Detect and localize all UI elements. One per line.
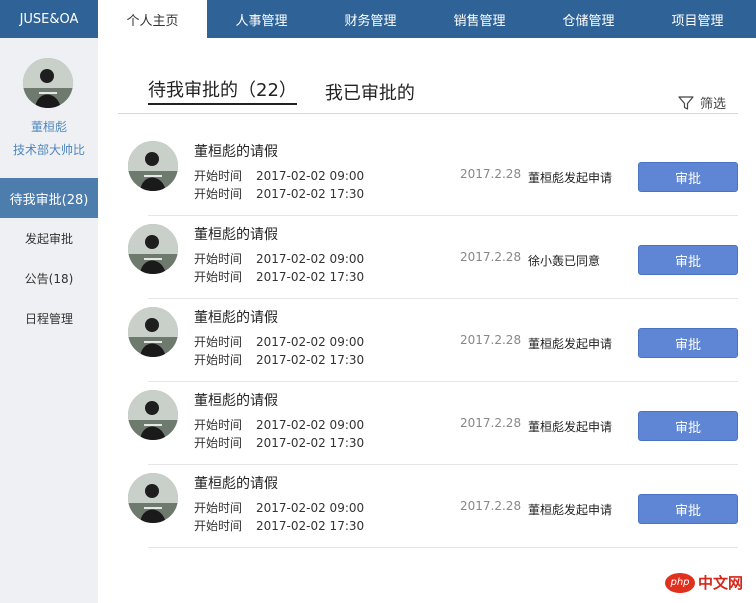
tab-personal-home[interactable]: 个人主页 [98, 0, 207, 38]
approve-button[interactable]: 审批 [638, 328, 738, 358]
start-time-value: 2017-02-02 09:00 [256, 501, 365, 515]
filter-button[interactable]: 筛选 [678, 93, 726, 112]
sidebar-item-start-approval[interactable]: 发起审批 [0, 218, 98, 258]
end-time-label: 开始时间 [194, 436, 243, 450]
app-brand[interactable]: JUSE&OA [0, 0, 98, 38]
request-status: 徐小轰已同意 [528, 254, 601, 268]
list-item: 董桓彪的请假 开始时间 2017-02-02 09:00 开始时间 2017-02-… [118, 465, 738, 548]
approve-button[interactable]: 审批 [638, 245, 738, 275]
start-time-line: 开始时间 2017-02-02 09:00 [194, 416, 364, 433]
request-date: 2017.2.28 [460, 250, 522, 264]
avatar [128, 473, 178, 523]
user-title: 技术部大帅比 [12, 143, 85, 157]
end-time-value: 2017-02-02 17:30 [256, 353, 365, 367]
avatar [128, 307, 178, 357]
list-item: 董桓彪的请假 开始时间 2017-02-02 09:00 开始时间 2017-02-… [118, 299, 738, 382]
end-time-value: 2017-02-02 17:30 [256, 270, 365, 284]
start-time-label: 开始时间 [194, 169, 243, 183]
approve-button[interactable]: 审批 [638, 162, 738, 192]
start-time-label: 开始时间 [194, 335, 243, 349]
user-avatar[interactable] [23, 58, 73, 108]
end-time-value: 2017-02-02 17:30 [256, 519, 365, 533]
start-time-value: 2017-02-02 09:00 [256, 335, 365, 349]
nav-tabs: 个人主页 人事管理 财务管理 销售管理 仓储管理 项目管理 [98, 0, 756, 38]
tab-project-management[interactable]: 项目管理 [643, 0, 752, 38]
request-title[interactable]: 董桓彪的请假 [194, 390, 278, 410]
list-item: 董桓彪的请假 开始时间 2017-02-02 09:00 开始时间 2017-02-… [118, 133, 738, 216]
sidebar-menu: 待我审批(28) 发起审批 公告(18) 日程管理 [0, 178, 98, 338]
filter-label: 筛选 [700, 97, 727, 112]
start-time-value: 2017-02-02 09:00 [256, 252, 365, 266]
end-time-line: 开始时间 2017-02-02 17:30 [194, 434, 364, 451]
tab-approved-by-me[interactable]: 我已审批的 [325, 79, 415, 105]
request-title[interactable]: 董桓彪的请假 [194, 224, 278, 244]
request-status: 董桓彪发起申请 [528, 171, 613, 185]
request-status: 董桓彪发起申请 [528, 420, 613, 434]
start-time-line: 开始时间 2017-02-02 09:00 [194, 167, 364, 184]
request-title[interactable]: 董桓彪的请假 [194, 141, 278, 161]
watermark: php 中文网 [665, 572, 743, 593]
start-time-label: 开始时间 [194, 252, 243, 266]
approve-button[interactable]: 审批 [638, 494, 738, 524]
request-status: 董桓彪发起申请 [528, 503, 613, 517]
start-time-line: 开始时间 2017-02-02 09:00 [194, 250, 364, 267]
list-item: 董桓彪的请假 开始时间 2017-02-02 09:00 开始时间 2017-02-… [118, 216, 738, 299]
end-time-label: 开始时间 [194, 353, 243, 367]
tabs-divider [118, 113, 738, 114]
avatar [128, 390, 178, 440]
watermark-logo: php [665, 572, 695, 593]
tab-pending-approvals[interactable]: 待我审批的（22） [148, 76, 297, 105]
sidebar-item-announcements[interactable]: 公告(18) [0, 258, 98, 298]
avatar [128, 224, 178, 274]
filter-icon [678, 95, 694, 110]
request-date: 2017.2.28 [460, 167, 522, 181]
user-name[interactable]: 董桓彪 [0, 118, 98, 135]
end-time-label: 开始时间 [194, 270, 243, 284]
sidebar-item-schedule[interactable]: 日程管理 [0, 298, 98, 338]
request-date: 2017.2.28 [460, 499, 522, 513]
approval-tabs: 待我审批的（22） 我已审批的 [148, 76, 415, 105]
request-date: 2017.2.28 [460, 333, 522, 347]
start-time-line: 开始时间 2017-02-02 09:00 [194, 333, 364, 350]
start-time-value: 2017-02-02 09:00 [256, 418, 365, 432]
tab-sales-management[interactable]: 销售管理 [425, 0, 534, 38]
start-time-value: 2017-02-02 09:00 [256, 169, 365, 183]
tab-warehouse-management[interactable]: 仓储管理 [534, 0, 643, 38]
request-status: 董桓彪发起申请 [528, 337, 613, 351]
end-time-line: 开始时间 2017-02-02 17:30 [194, 185, 364, 202]
start-time-label: 开始时间 [194, 501, 243, 515]
approval-list: 董桓彪的请假 开始时间 2017-02-02 09:00 开始时间 2017-02-… [118, 133, 738, 548]
end-time-label: 开始时间 [194, 519, 243, 533]
end-time-value: 2017-02-02 17:30 [256, 436, 365, 450]
end-time-label: 开始时间 [194, 187, 243, 201]
end-time-line: 开始时间 2017-02-02 17:30 [194, 517, 364, 534]
watermark-text: 中文网 [698, 574, 744, 592]
tab-finance-management[interactable]: 财务管理 [316, 0, 425, 38]
sidebar: 董桓彪 技术部大帅比 待我审批(28) 发起审批 公告(18) 日程管理 [0, 38, 98, 603]
tab-hr-management[interactable]: 人事管理 [207, 0, 316, 38]
avatar [128, 141, 178, 191]
request-title[interactable]: 董桓彪的请假 [194, 307, 278, 327]
end-time-line: 开始时间 2017-02-02 17:30 [194, 351, 364, 368]
main-content: 待我审批的（22） 我已审批的 筛选 董桓彪的请假 开始时间 2017-02-02… [98, 38, 756, 603]
start-time-line: 开始时间 2017-02-02 09:00 [194, 499, 364, 516]
start-time-label: 开始时间 [194, 418, 243, 432]
sidebar-item-pending-approvals[interactable]: 待我审批(28) [0, 178, 98, 218]
end-time-value: 2017-02-02 17:30 [256, 187, 365, 201]
request-date: 2017.2.28 [460, 416, 522, 430]
approve-button[interactable]: 审批 [638, 411, 738, 441]
end-time-line: 开始时间 2017-02-02 17:30 [194, 268, 364, 285]
top-nav-bar: JUSE&OA 个人主页 人事管理 财务管理 销售管理 仓储管理 项目管理 [0, 0, 756, 38]
request-title[interactable]: 董桓彪的请假 [194, 473, 278, 493]
list-item: 董桓彪的请假 开始时间 2017-02-02 09:00 开始时间 2017-02-… [118, 382, 738, 465]
